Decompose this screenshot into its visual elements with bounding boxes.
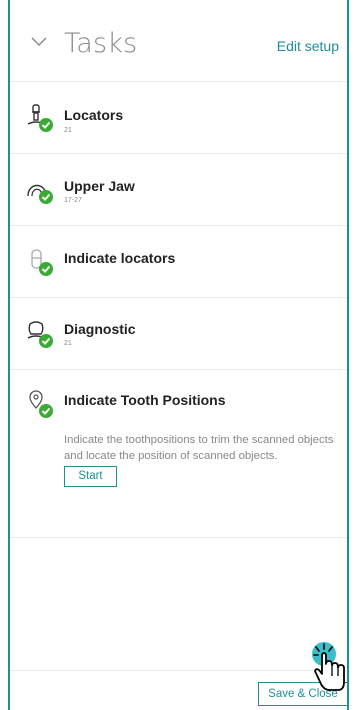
task-item-indicate-locators[interactable]: Indicate locators <box>10 226 347 298</box>
indicate-locator-icon <box>31 249 53 276</box>
page-title: Tasks <box>64 28 138 59</box>
task-item-diagnostic[interactable]: Diagnostic 21 <box>10 298 347 370</box>
task-name: Indicate locators <box>64 250 176 266</box>
tasks-panel: Tasks Edit setup Locators 21 Upper Jaw 1… <box>8 0 349 710</box>
panel-header: Tasks Edit setup <box>10 0 347 82</box>
task-subtitle: 21 <box>64 127 72 134</box>
task-item-upper-jaw[interactable]: Upper Jaw 17-27 <box>10 154 347 226</box>
task-name: Indicate Tooth Positions <box>64 392 226 408</box>
panel-footer: Save & Close <box>10 670 348 710</box>
hand-pointer-cursor-icon <box>312 642 345 691</box>
task-name: Diagnostic <box>64 321 136 337</box>
diagnostic-tooth-icon <box>27 321 53 348</box>
task-subtitle: 17-27 <box>64 197 82 204</box>
task-name: Locators <box>64 107 124 123</box>
upper-jaw-icon <box>27 184 53 204</box>
task-item-locators[interactable]: Locators 21 <box>10 82 347 154</box>
locator-icon <box>27 104 53 132</box>
task-description: Indicate the toothpositions to trim the … <box>64 434 334 462</box>
task-subtitle: 21 <box>64 340 72 347</box>
start-button[interactable]: Start <box>64 466 117 487</box>
task-name: Upper Jaw <box>64 178 135 194</box>
chevron-down-icon[interactable] <box>30 36 48 48</box>
edit-setup-link[interactable]: Edit setup <box>277 38 339 54</box>
map-pin-icon <box>29 390 53 418</box>
